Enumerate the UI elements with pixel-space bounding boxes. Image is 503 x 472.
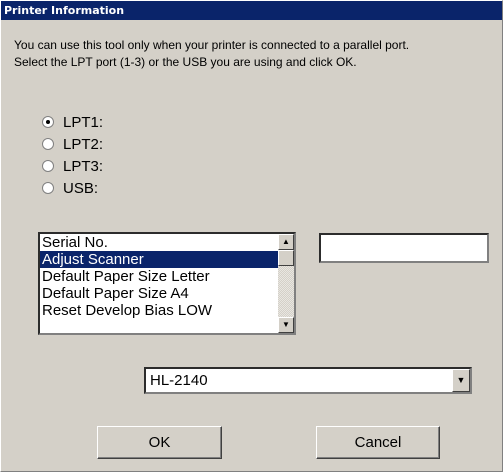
radio-label-lpt1: LPT1: xyxy=(63,113,104,131)
radio-label-usb: USB: xyxy=(63,179,99,197)
list-item[interactable]: Adjust Scanner xyxy=(40,251,294,268)
instructions-text: You can use this tool only when your pri… xyxy=(14,37,494,71)
radio-button-icon[interactable] xyxy=(42,116,54,128)
title-bar: Printer Information xyxy=(1,1,502,20)
printer-information-dialog: Printer Information You can use this too… xyxy=(0,0,503,472)
settings-listbox[interactable]: Serial No. Adjust Scanner Default Paper … xyxy=(38,232,296,335)
radio-label-lpt2: LPT2: xyxy=(63,135,104,153)
radio-label-lpt3: LPT3: xyxy=(63,157,104,175)
list-item[interactable]: Default Paper Size Letter xyxy=(40,268,294,285)
radio-lpt2[interactable]: LPT2: xyxy=(42,133,103,155)
radio-button-icon[interactable] xyxy=(42,182,54,194)
radio-lpt1[interactable]: LPT1: xyxy=(42,111,103,133)
cancel-button[interactable]: Cancel xyxy=(316,426,440,459)
list-item[interactable]: Serial No. xyxy=(40,234,294,251)
scroll-thumb[interactable] xyxy=(278,250,294,266)
radio-lpt3[interactable]: LPT3: xyxy=(42,155,103,177)
instructions-line-2: Select the LPT port (1-3) or the USB you… xyxy=(14,55,357,69)
model-select-value: HL-2140 xyxy=(150,372,208,389)
list-item[interactable]: Reset Develop Bias LOW xyxy=(40,302,294,319)
radio-button-icon[interactable] xyxy=(42,138,54,150)
dropdown-arrow-icon[interactable]: ▼ xyxy=(452,369,470,392)
radio-button-icon[interactable] xyxy=(42,160,54,172)
model-select[interactable]: HL-2140 ▼ xyxy=(144,367,472,394)
instructions-line-1: You can use this tool only when your pri… xyxy=(14,38,410,52)
radio-usb[interactable]: USB: xyxy=(42,177,98,199)
scroll-up-arrow-icon[interactable]: ▲ xyxy=(278,234,294,250)
ok-button[interactable]: OK xyxy=(97,426,222,459)
listbox-scrollbar[interactable]: ▲ ▼ xyxy=(278,234,294,333)
value-field[interactable] xyxy=(319,233,489,263)
list-item[interactable]: Default Paper Size A4 xyxy=(40,285,294,302)
scroll-down-arrow-icon[interactable]: ▼ xyxy=(278,317,294,333)
